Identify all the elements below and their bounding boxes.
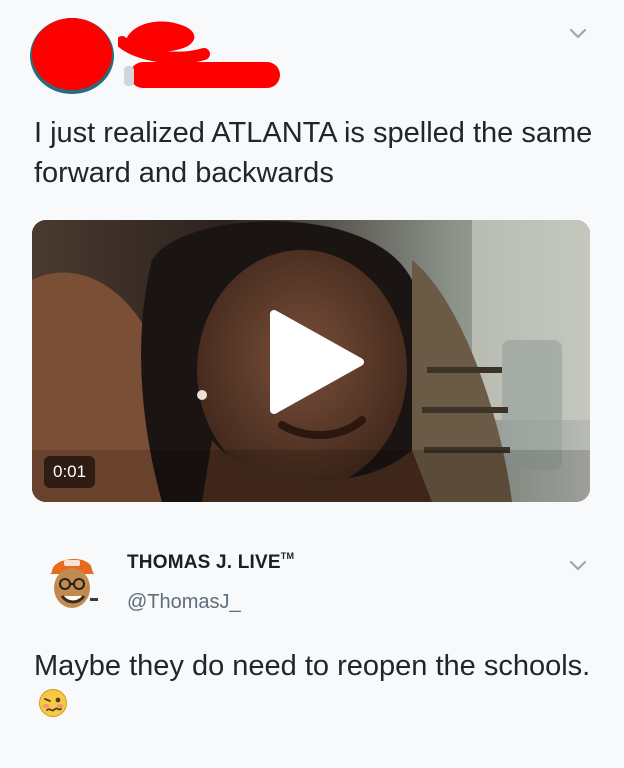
woozy-face-icon: [39, 689, 67, 717]
trademark-mark: TM: [280, 551, 295, 561]
tweet-text: I just realized ATLANTA is spelled the s…: [34, 117, 593, 189]
tweet-menu-chevron-icon[interactable]: [569, 28, 587, 40]
video-duration: 0:01: [44, 456, 96, 488]
reply-menu-chevron-icon[interactable]: [569, 560, 587, 572]
author-name[interactable]: THOMAS J. LIVETM: [127, 551, 295, 574]
play-icon[interactable]: [264, 306, 370, 418]
video-player[interactable]: 0:01: [32, 220, 590, 502]
avatar[interactable]: [44, 548, 100, 614]
reply-text-content: Maybe they do need to reopen the schools…: [34, 650, 591, 682]
reply-text: Maybe they do need to reopen the schools…: [34, 646, 594, 726]
redacted-name: [118, 21, 280, 88]
author-handle[interactable]: @ThomasJ_: [127, 591, 241, 614]
redacted-avatar: [30, 18, 114, 94]
